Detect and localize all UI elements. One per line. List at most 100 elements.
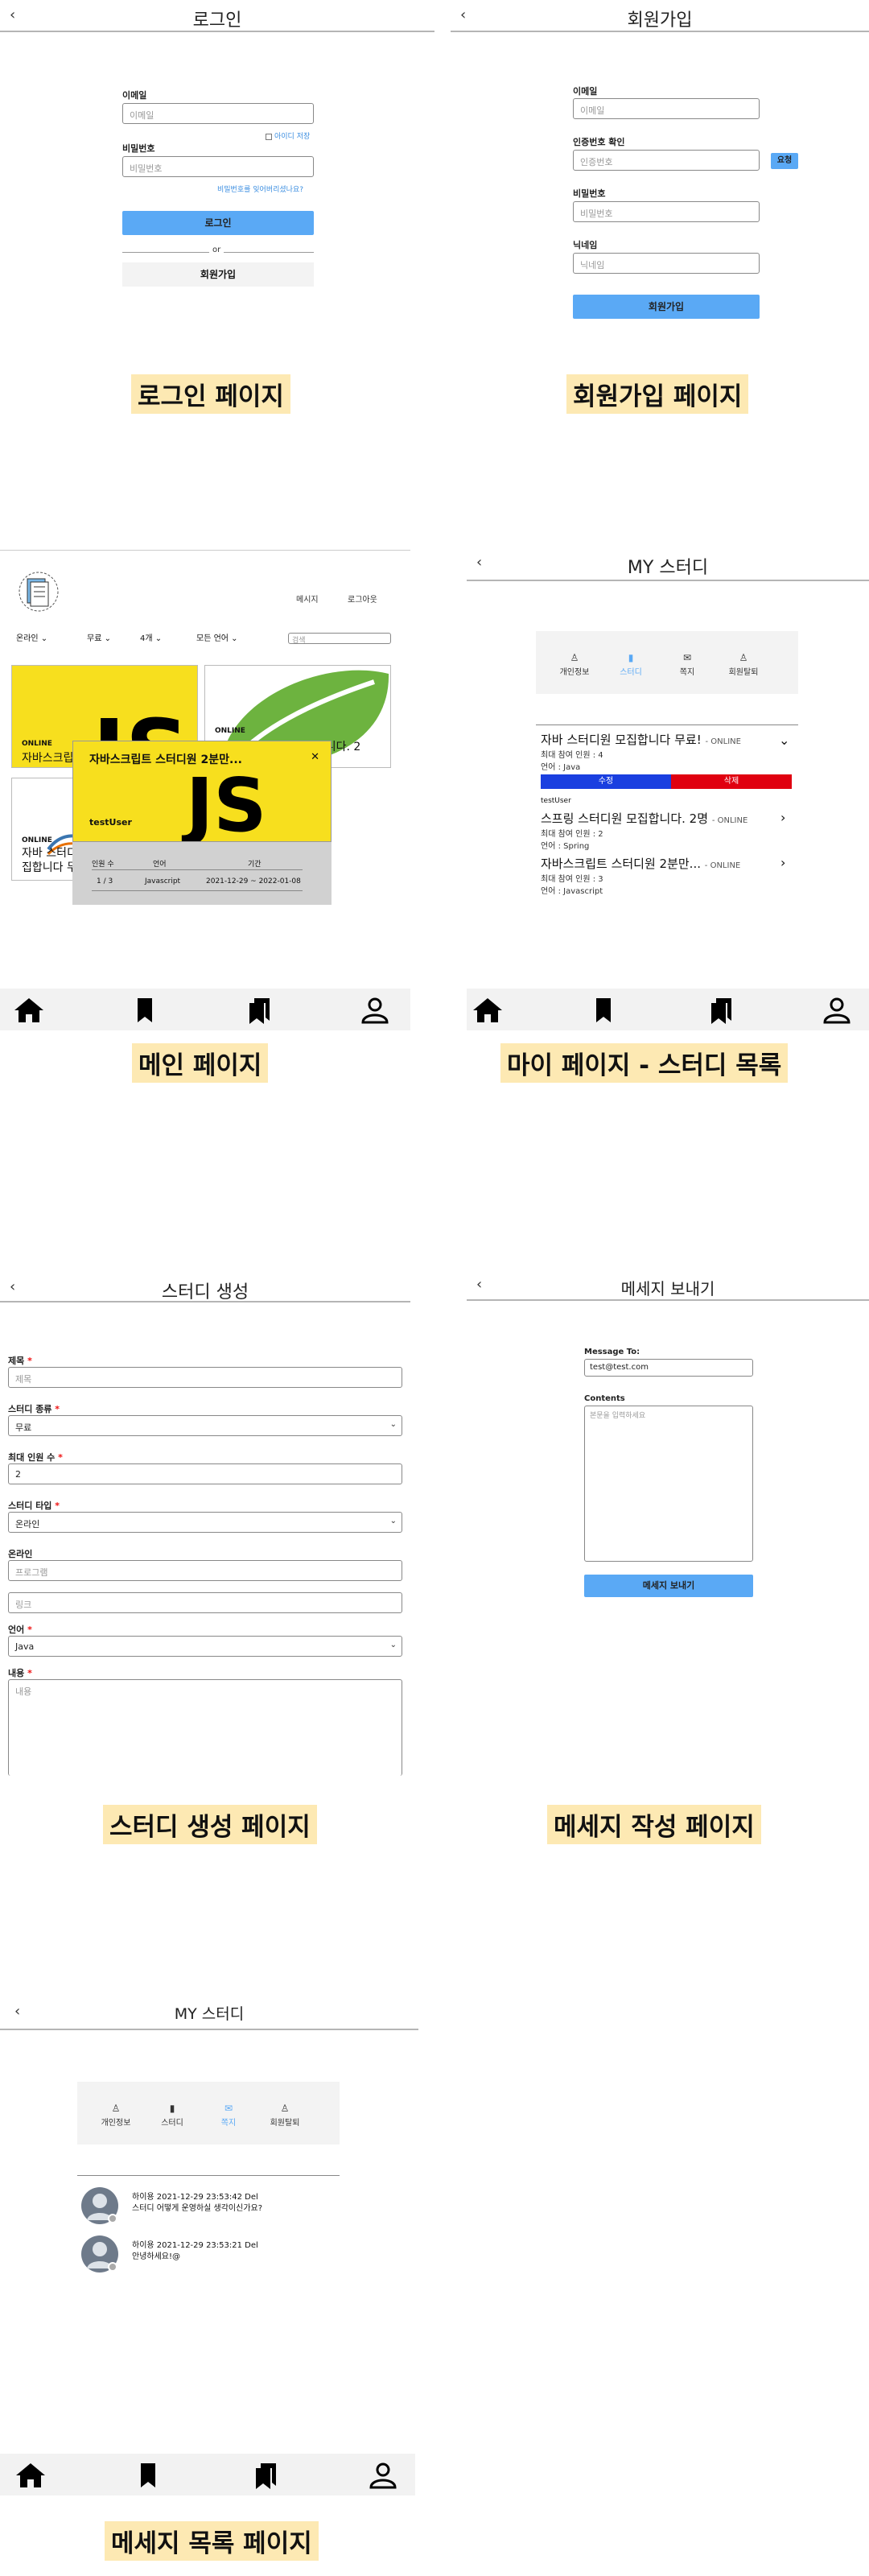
caption-mypage: 마이 페이지 - 스터디 목록 — [500, 1043, 789, 1083]
contents-textarea[interactable]: 본문을 입력하세요 — [584, 1406, 753, 1562]
password-field[interactable]: 비밀번호 — [573, 201, 760, 222]
divider — [536, 724, 798, 725]
bookmarks-icon[interactable] — [243, 997, 275, 1024]
user-icon[interactable] — [821, 997, 853, 1024]
study-max: 최대 참여 인원 : 4 — [541, 751, 603, 760]
menu-label: 개인정보 — [101, 2119, 131, 2128]
nav-message-link[interactable]: 메시지 — [296, 592, 319, 605]
email-field[interactable]: 이메일 — [573, 98, 760, 119]
content-textarea[interactable]: 내용 — [8, 1679, 402, 1776]
link-field[interactable]: 링크 — [8, 1592, 402, 1613]
avatar — [80, 2186, 119, 2225]
close-icon[interactable]: ✕ — [311, 751, 319, 763]
home-icon[interactable] — [13, 997, 45, 1024]
menu-study[interactable]: ▮ 스터디 — [148, 2103, 196, 2128]
menu-message[interactable]: ✉ 쪽지 — [663, 652, 711, 677]
required-mark: * — [55, 1501, 60, 1511]
email-field[interactable]: 이메일 — [122, 103, 314, 124]
menu-profile[interactable]: ♙ 개인정보 — [92, 2103, 140, 2128]
divider — [92, 890, 303, 891]
save-id-checkbox[interactable]: 아이디 저장 — [266, 130, 310, 141]
recipient-field[interactable]: test@test.com — [584, 1359, 753, 1377]
study-list-item[interactable]: 스프링 스터디원 모집합니다. 2명 - ONLINE 최대 참여 인원 : 2… — [541, 810, 798, 851]
card-badge: ONLINE — [22, 740, 52, 748]
divider — [0, 550, 410, 551]
search-input[interactable]: 검색 — [288, 633, 391, 644]
card-badge: ONLINE — [215, 727, 245, 735]
page-title: 로그인 — [192, 10, 242, 31]
message-text: 안녕하세요!@ — [132, 2252, 181, 2261]
study-list-item[interactable]: 자바스크립트 스터디원 2분만... - ONLINE 최대 참여 인원 : 3… — [541, 855, 798, 896]
signup-panel: ‹ 회원가입 이메일 이메일 인증번호 확인 인증번호 요청 비밀번호 비밀번호… — [451, 0, 869, 515]
menu-withdraw[interactable]: ♙ 회원탈퇴 — [261, 2103, 309, 2128]
filter-language-select[interactable]: 모든 언어 ⌄ — [196, 631, 261, 643]
send-message-button[interactable]: 메세지 보내기 — [584, 1575, 753, 1597]
save-id-label: 아이디 저장 — [274, 133, 311, 141]
bookmark-icon[interactable] — [132, 2462, 164, 2489]
user-icon[interactable] — [367, 2462, 399, 2489]
menu-withdraw[interactable]: ♙ 회원탈퇴 — [719, 652, 768, 677]
select-value: 온라인 — [15, 1519, 40, 1530]
lang-label: 언어 * — [8, 1623, 32, 1636]
menu-message[interactable]: ✉ 쪽지 — [204, 2103, 253, 2128]
chevron-down-icon[interactable]: ⌄ — [779, 733, 789, 748]
study-lang: 언어 : Spring — [541, 842, 590, 851]
login-button[interactable]: 로그인 — [122, 211, 314, 235]
info-col-header: 언어 — [153, 861, 167, 869]
kind-label: 스터디 종류 * — [8, 1402, 60, 1415]
menu-study[interactable]: ▮ 스터디 — [607, 652, 655, 677]
filter-online-select[interactable]: 온라인 ⌄ — [16, 631, 68, 643]
bookmark-icon[interactable] — [129, 997, 161, 1024]
menu-label: 스터디 — [620, 668, 642, 677]
study-max: 최대 참여 인원 : 3 — [541, 875, 603, 884]
title-field[interactable]: 제목 — [8, 1367, 402, 1388]
forgot-password-link[interactable]: 비밀번호를 잊어버리셨나요? — [217, 184, 303, 194]
user-icon[interactable] — [359, 997, 391, 1024]
max-members-field[interactable]: 2 — [8, 1463, 402, 1484]
menu-profile[interactable]: ♙ 개인정보 — [550, 652, 599, 677]
logo — [18, 568, 60, 616]
chevron-down-icon: ⌄ — [104, 634, 111, 643]
select-value: 무료 — [15, 1422, 32, 1433]
mypage-panel: ‹ MY 스터디 ♙ 개인정보 ▮ 스터디 ✉ 쪽지 ♙ 회원탈퇴 자바 스터디원 모집… — [467, 547, 869, 1087]
edit-button[interactable]: 수정 — [541, 774, 671, 789]
page-title: 회원가입 — [627, 10, 693, 31]
nickname-field[interactable]: 닉네임 — [573, 253, 760, 274]
chevron-right-icon[interactable]: › — [780, 855, 785, 870]
filter-count-select[interactable]: 4개 ⌄ — [140, 631, 179, 643]
signup-submit-button[interactable]: 회원가입 — [573, 295, 760, 319]
required-mark: * — [27, 1356, 32, 1366]
type-select[interactable]: 온라인 ⌄ — [8, 1512, 402, 1533]
user-minus-icon: ♙ — [280, 2103, 290, 2114]
caption-login: 로그인 페이지 — [131, 374, 290, 414]
password-field[interactable]: 비밀번호 — [122, 156, 314, 177]
study-title: 자바스크립트 스터디원 2분만... — [541, 857, 701, 871]
nav-logout-link[interactable]: 로그아웃 — [348, 592, 377, 605]
study-list-item[interactable]: 자바 스터디원 모집합니다 무료! - ONLINE 최대 참여 인원 : 4 … — [541, 731, 798, 772]
kind-select[interactable]: 무료 ⌄ — [8, 1415, 402, 1436]
language-select[interactable]: Java ⌄ — [8, 1636, 402, 1657]
password-label: 비밀번호 — [573, 188, 606, 199]
bottom-tab-bar — [467, 989, 869, 1030]
info-col-header: 기간 — [248, 861, 262, 869]
home-icon[interactable] — [472, 997, 504, 1024]
home-icon[interactable] — [14, 2462, 47, 2489]
book-icon: ▮ — [628, 652, 634, 663]
request-code-button[interactable]: 요청 — [771, 153, 798, 169]
delete-button[interactable]: 삭제 — [671, 774, 792, 789]
card-badge: ONLINE — [22, 836, 52, 844]
program-field[interactable]: 프로그램 — [8, 1560, 402, 1581]
bookmarks-icon[interactable] — [249, 2462, 282, 2489]
chevron-right-icon[interactable]: › — [780, 810, 785, 825]
user-icon: ♙ — [111, 2103, 121, 2114]
chevron-down-icon: ⌄ — [154, 634, 163, 643]
bottom-tab-bar — [0, 989, 410, 1030]
filter-price-select[interactable]: 무료 ⌄ — [87, 631, 129, 643]
menu-label: 쪽지 — [679, 668, 695, 677]
bookmarks-icon[interactable] — [705, 997, 737, 1024]
study-mode: - ONLINE — [704, 861, 741, 870]
signup-button[interactable]: 회원가입 — [122, 262, 314, 287]
verify-code-field[interactable]: 인증번호 — [573, 150, 760, 171]
create-panel: ‹ 스터디 생성 제목 * 제목 스터디 종류 * 무료 ⌄ 최대 인원 수 * … — [0, 1272, 410, 1852]
bookmark-icon[interactable] — [587, 997, 620, 1024]
